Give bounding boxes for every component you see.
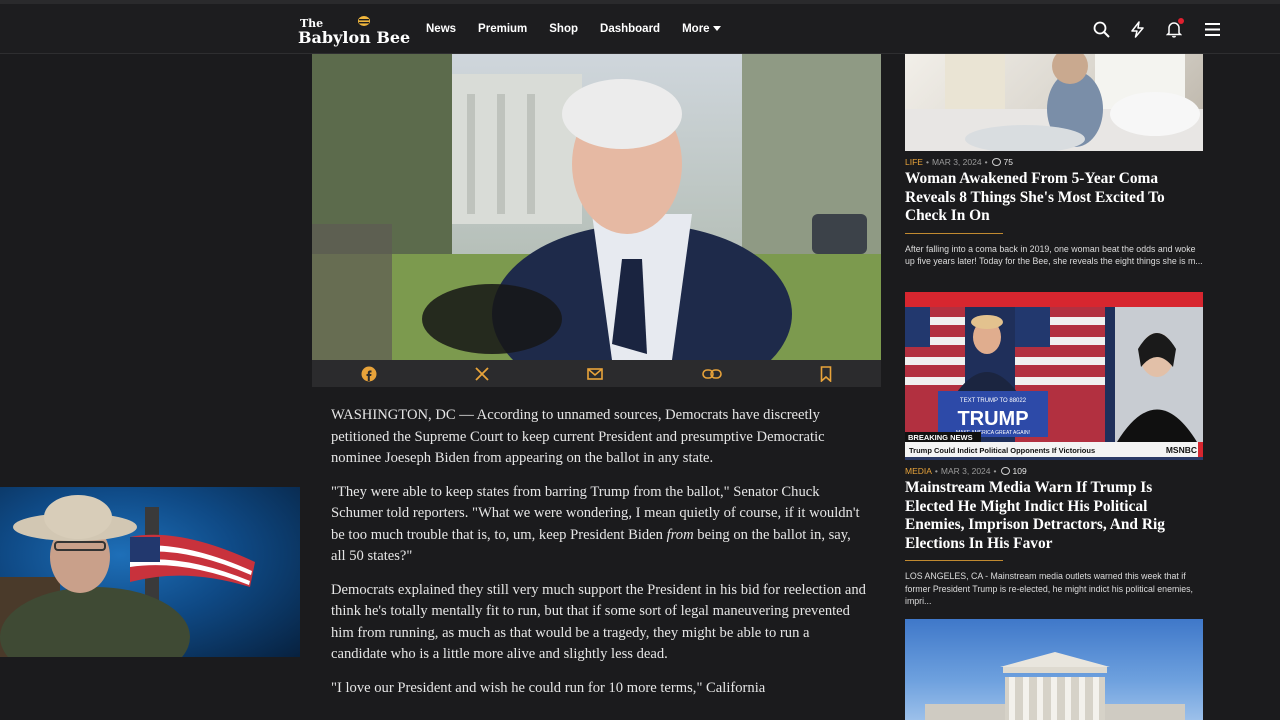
article-paragraph: "They were able to keep states from barr… bbox=[331, 482, 866, 568]
title-divider bbox=[905, 232, 1003, 234]
card-image[interactable]: TEXT TRUMP TO 88022 TRUMP MAKE AMERICA G… bbox=[905, 292, 1203, 460]
facebook-icon[interactable] bbox=[361, 366, 377, 382]
card-meta: MEDIA • MAR 3, 2024 • 109 bbox=[905, 466, 1027, 476]
nav-news[interactable]: News bbox=[426, 23, 456, 35]
menu-icon[interactable] bbox=[1205, 23, 1220, 36]
webcam-feed bbox=[0, 495, 255, 657]
main-nav: News Premium Shop Dashboard More bbox=[426, 23, 743, 35]
card-meta: LIFE • MAR 3, 2024 • 75 bbox=[905, 157, 1014, 167]
nav-more-dropdown[interactable]: More bbox=[682, 23, 720, 35]
email-icon[interactable] bbox=[587, 367, 604, 380]
article-paragraph: WASHINGTON, DC — According to unnamed so… bbox=[331, 407, 825, 466]
breaking-news-label: BREAKING NEWS bbox=[908, 433, 973, 442]
title-divider bbox=[905, 560, 1003, 561]
card-title[interactable]: Mainstream Media Warn If Trump Is Electe… bbox=[905, 479, 1203, 553]
category-label[interactable]: LIFE bbox=[905, 157, 923, 167]
card-image[interactable] bbox=[905, 54, 1203, 151]
bookmark-icon[interactable] bbox=[820, 365, 832, 382]
share-bar bbox=[312, 360, 881, 387]
card-date: MAR 3, 2024 bbox=[940, 466, 991, 476]
search-icon[interactable] bbox=[1093, 21, 1110, 38]
bell-icon[interactable] bbox=[1166, 18, 1184, 38]
site-logo[interactable]: The Babylon Bee bbox=[298, 14, 410, 46]
x-icon[interactable] bbox=[475, 366, 489, 381]
sign-big-text: TRUMP bbox=[957, 408, 1028, 430]
hero-photo bbox=[312, 54, 881, 360]
lightning-icon[interactable] bbox=[1130, 21, 1145, 38]
sidebar-card[interactable] bbox=[905, 619, 1203, 720]
link-icon[interactable] bbox=[701, 368, 722, 380]
sidebar-card[interactable]: LIFE • MAR 3, 2024 • 75 Woman Awakened F… bbox=[905, 54, 1203, 268]
ticker-text: Trump Could Indict Political Opponents I… bbox=[909, 446, 1095, 455]
webcam-overlay bbox=[0, 487, 300, 657]
sign-small-text: TEXT TRUMP TO 88022 bbox=[960, 398, 1027, 404]
article-paragraph: Democrats explained they still very much… bbox=[331, 581, 866, 663]
nav-dashboard[interactable]: Dashboard bbox=[600, 23, 660, 35]
supreme-court-photo bbox=[925, 652, 1185, 720]
sidebar-card[interactable]: TEXT TRUMP TO 88022 TRUMP MAKE AMERICA G… bbox=[905, 292, 1203, 608]
emphasis-text: from bbox=[666, 526, 694, 543]
logo-line-2: Babylon Bee bbox=[298, 28, 411, 47]
bee-icon bbox=[358, 16, 370, 26]
article-paragraph: "I love our President and wish he could … bbox=[331, 679, 766, 696]
msnbc-broadcast-still: TEXT TRUMP TO 88022 TRUMP MAKE AMERICA G… bbox=[905, 307, 1203, 457]
msnbc-logo-text: MSNBC bbox=[1166, 445, 1197, 455]
article-body: WASHINGTON, DC — According to unnamed so… bbox=[331, 405, 866, 711]
notification-dot bbox=[1178, 18, 1184, 24]
comment-count[interactable]: 75 bbox=[1004, 157, 1013, 167]
comment-icon bbox=[991, 158, 1001, 166]
article-hero-image bbox=[312, 54, 881, 360]
card-date: MAR 3, 2024 bbox=[931, 157, 982, 167]
card-excerpt: LOS ANGELES, CA - Mainstream media outle… bbox=[905, 571, 1193, 606]
card-image[interactable] bbox=[905, 619, 1203, 720]
nav-premium[interactable]: Premium bbox=[478, 23, 527, 35]
site-header: The Babylon Bee News Premium Shop Dashbo… bbox=[0, 4, 1280, 54]
hospital-room-photo bbox=[905, 54, 1203, 151]
card-excerpt: After falling into a coma back in 2019, … bbox=[905, 243, 1203, 267]
comment-icon bbox=[1000, 467, 1010, 475]
card-title[interactable]: Woman Awakened From 5-Year Coma Reveals … bbox=[905, 170, 1203, 226]
nav-shop[interactable]: Shop bbox=[549, 23, 578, 35]
comment-count[interactable]: 109 bbox=[1013, 466, 1027, 476]
category-label[interactable]: MEDIA bbox=[905, 466, 932, 476]
